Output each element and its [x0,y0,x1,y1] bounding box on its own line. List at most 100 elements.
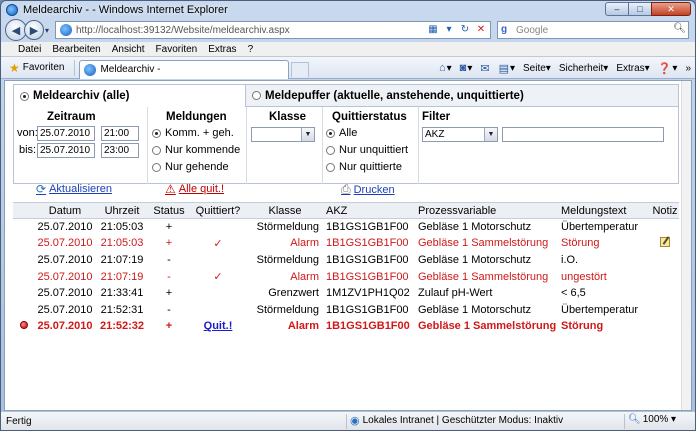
feeds-button[interactable]: ◙ ▾ [460,62,473,74]
zoom-control[interactable]: 🔍︎ 100% ▾ [628,414,676,425]
col-prozessvariable[interactable]: Prozessvariable [415,202,558,219]
filter-field-value: AKZ [425,129,445,140]
col-led [13,202,35,219]
forward-button[interactable]: ▶ [24,20,44,40]
new-tab-button[interactable] [291,62,310,77]
favorites-button[interactable]: Favoriten [23,62,65,73]
option-alle[interactable]: Alle [326,127,357,139]
menu-ansicht[interactable]: Ansicht [112,44,145,55]
maximize-button[interactable]: □ [628,2,652,16]
tab-title[interactable]: Meldearchiv - [100,64,160,75]
close-button[interactable]: ✕ [651,2,691,16]
menu-extras[interactable]: Extras [208,44,236,55]
notiz-cell [651,235,679,252]
to-date-input[interactable]: 25.07.2010 [37,143,95,158]
uhrzeit-cell: 21:07:19 [100,270,144,283]
option-nur-kommende[interactable]: Nur kommende [152,144,240,156]
datum-cell: 25.07.2010 [37,270,93,283]
col-notiz[interactable]: Notiz [651,202,679,219]
address-bar[interactable]: http://localhost:39132/Website/meldearch… [55,21,491,39]
table-row[interactable]: 25.07.2010 21:07:19 - Störmeldung 1B1GS1GB1F… [13,252,679,269]
ack-all-link[interactable]: ⚠ Alle quit.! [165,182,224,196]
tab-archive-radio[interactable] [20,91,29,101]
uhrzeit-cell: 21:05:03 [100,237,144,250]
alle-radio[interactable] [326,128,335,138]
nur-gehende-label: Nur gehende [165,161,229,173]
filter-field-select[interactable]: AKZ ▼ [422,127,498,142]
menu-bearbeiten[interactable]: Bearbeiten [52,44,100,55]
table-row[interactable]: 25.07.2010 21:33:41 + Grenzwert 1M1ZV1PH1Q02… [13,285,679,302]
stop-icon[interactable]: ✕ [474,23,488,37]
from-date-input[interactable]: 25.07.2010 [37,126,95,141]
chevron-down-icon[interactable]: ▼ [484,128,497,141]
notiz-cell [651,285,679,302]
tab-meldepuffer[interactable]: Meldepuffer (aktuelle, anstehende, unqui… [246,85,678,107]
security-zone[interactable]: ◉ Lokales Intranet | Geschützter Modus: I… [350,414,563,427]
table-row[interactable]: 25.07.2010 21:05:03 + Störmeldung 1B1GS1GB1F… [13,219,679,236]
print-button[interactable]: ▤ ▾ [499,62,515,75]
quittiert-cell: Quit.! [189,318,247,335]
col-meldungstext[interactable]: Meldungstext [558,202,651,219]
col-quittiert[interactable]: Quittiert? [189,202,247,219]
filter-text-input[interactable] [502,127,664,142]
option-komm-geh[interactable]: Komm. + geh. [152,127,234,139]
chevron-icon[interactable]: » [685,63,691,74]
refresh-link[interactable]: ⟳ Aktualisieren [36,182,112,196]
akz-cell: 1M1ZV1PH1Q02 [326,287,410,300]
mail-button[interactable]: ✉ [480,62,490,75]
nur-unquittiert-radio[interactable] [326,145,335,155]
menu-help[interactable]: ? [248,44,254,55]
quittiert-cell [189,219,247,236]
col-datum[interactable]: Datum [35,202,95,219]
printer-icon: ▤ [498,62,509,75]
acknowledge-link[interactable]: Quit.! [204,320,233,332]
menu-datei[interactable]: Datei [18,44,41,55]
minimize-button[interactable]: – [605,2,629,16]
security-menu[interactable]: Sicherheit ▾ [559,63,609,74]
col-status[interactable]: Status [149,202,189,219]
history-dropdown-icon[interactable]: ▾ [45,26,49,35]
browser-tab[interactable]: Meldearchiv - [79,59,290,79]
browser-window: Meldearchiv - - Windows Internet Explore… [0,0,696,431]
compatibility-icon[interactable]: ▦ [426,23,440,37]
home-button[interactable]: ⌂ ▾ [439,62,452,74]
klasse-cell: Grenzwert [268,287,319,300]
klasse-cell: Störmeldung [256,253,319,266]
to-label: bis: [19,144,37,156]
table-row[interactable]: 25.07.2010 21:52:31 - Störmeldung 1B1GS1GB1F… [13,301,679,318]
help-button[interactable]: ❓ ▾ [658,62,678,75]
tab-buffer-radio[interactable] [252,91,261,100]
status-cell: - [167,303,171,316]
col-klasse[interactable]: Klasse [247,202,323,219]
favorites-star-icon[interactable]: ★ [9,61,20,75]
vertical-scrollbar[interactable] [681,81,691,410]
nur-gehende-radio[interactable] [152,162,161,172]
col-uhrzeit[interactable]: Uhrzeit [95,202,149,219]
chevron-down-icon[interactable]: ▼ [301,128,314,141]
dropdown-icon[interactable]: ▾ [442,23,456,37]
menu-favoriten[interactable]: Favoriten [156,44,198,55]
option-nur-quittierte[interactable]: Nur quittierte [326,161,402,173]
search-input[interactable]: Google [516,25,548,36]
refresh-icon[interactable]: ↻ [458,23,472,37]
table-row[interactable]: 25.07.2010 21:05:03 + ✓ Alarm 1B1GS1GB1F00 Geb… [13,235,679,252]
page-menu[interactable]: Seite ▾ [523,63,551,74]
komm-geh-radio[interactable] [152,128,161,138]
from-time-input[interactable]: 21:00 [101,126,139,141]
url-text[interactable]: http://localhost:39132/Website/meldearch… [76,25,290,36]
table-row[interactable]: 25.07.2010 21:52:32 + Quit.! Alarm 1B1GS1GB1F… [13,318,679,335]
table-row[interactable]: 25.07.2010 21:07:19 - ✓ Alarm 1B1GS1GB1F00 Geb… [13,268,679,285]
note-edit-icon[interactable] [660,236,670,247]
print-link[interactable]: ⎙ Drucken [341,182,395,197]
option-nur-gehende[interactable]: Nur gehende [152,161,229,173]
nur-kommende-radio[interactable] [152,145,161,155]
tools-menu[interactable]: Extras ▾ [616,63,649,74]
tab-meldearchiv[interactable]: Meldearchiv (alle) [14,85,246,107]
option-nur-unquittiert[interactable]: Nur unquittiert [326,144,408,156]
col-akz[interactable]: AKZ [323,202,415,219]
nur-quittierte-radio[interactable] [326,162,335,172]
to-time-input[interactable]: 23:00 [101,143,139,158]
search-icon[interactable]: 🔍︎ [673,23,686,34]
klasse-select[interactable]: ▼ [251,127,315,142]
search-box[interactable]: g Google 🔍︎ [497,21,689,39]
